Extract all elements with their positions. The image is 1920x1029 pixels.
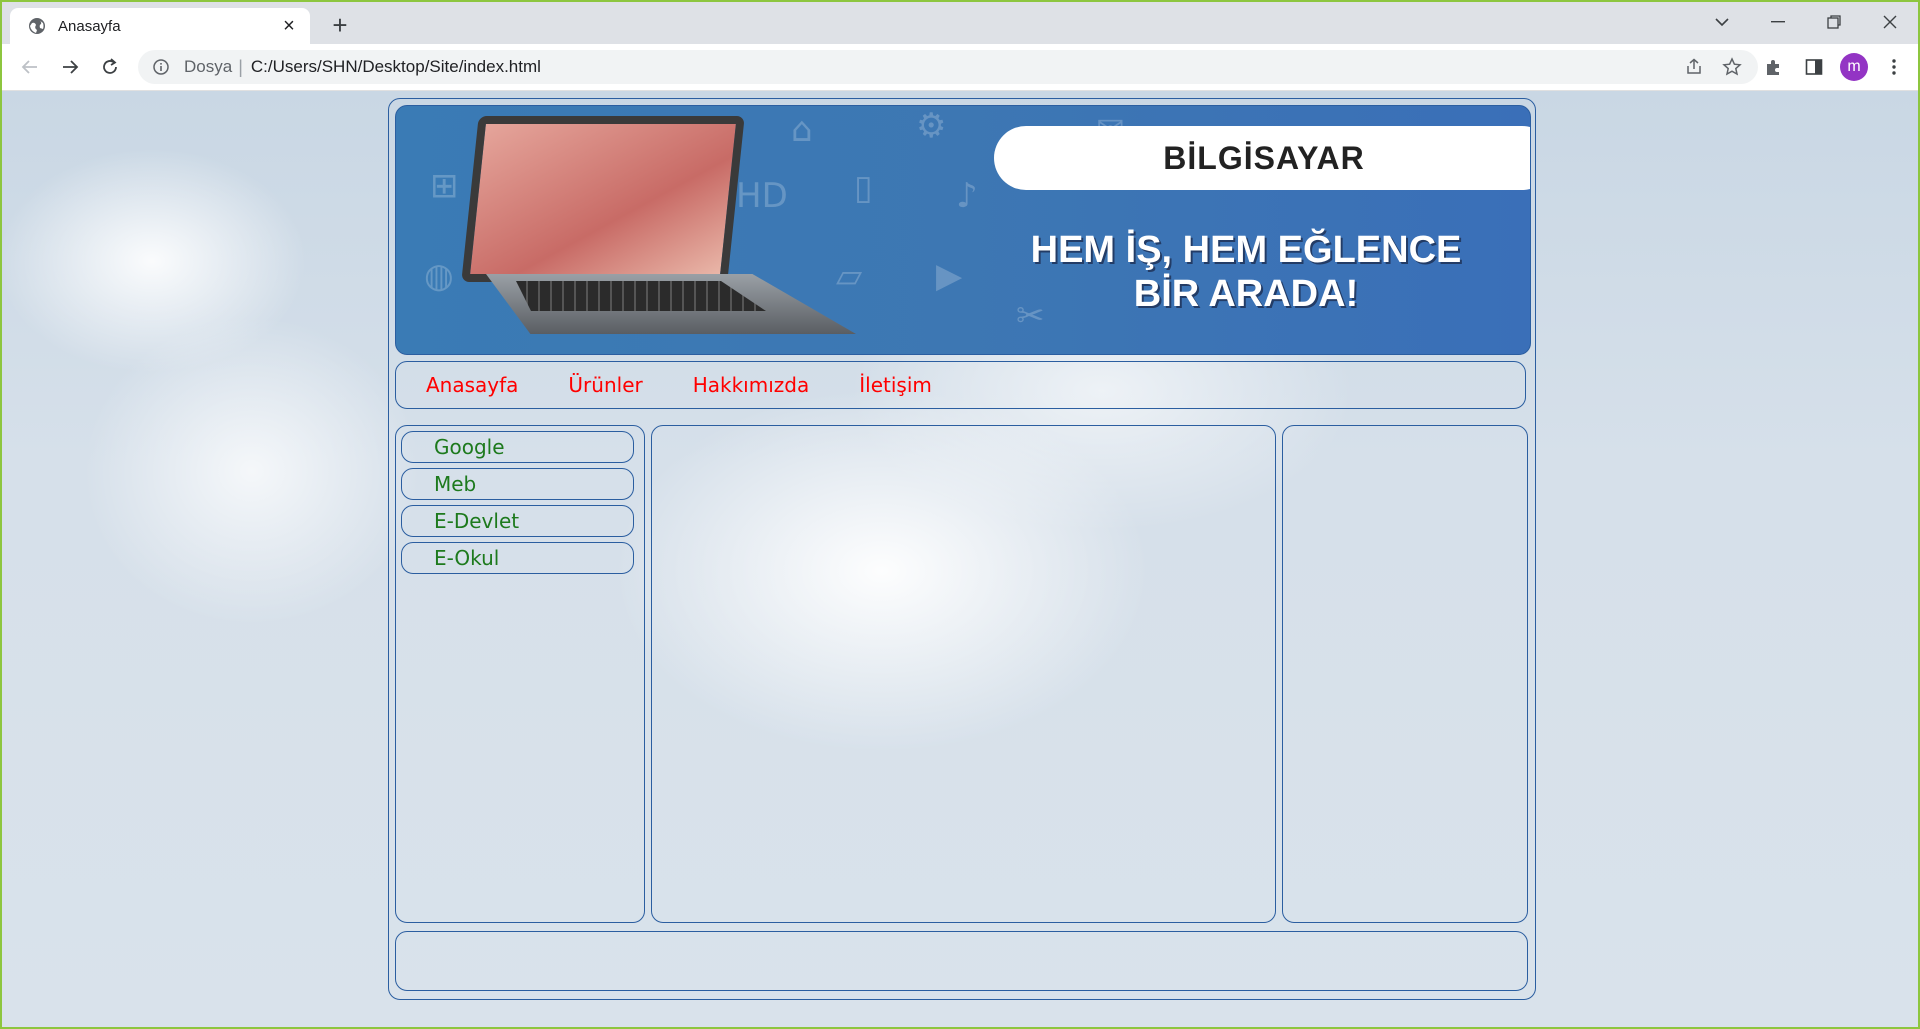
close-window-button[interactable] bbox=[1862, 2, 1918, 42]
info-icon[interactable] bbox=[152, 58, 170, 76]
brand-pill: BİLGİSAYAR bbox=[994, 126, 1530, 190]
bookmark-star-icon[interactable] bbox=[1720, 55, 1744, 79]
main-nav: Anasayfa Ürünler Hakkımızda İletişim bbox=[395, 361, 1526, 409]
url-separator: | bbox=[238, 56, 243, 77]
nav-link-hakkimizda[interactable]: Hakkımızda bbox=[693, 373, 810, 397]
forward-button[interactable] bbox=[56, 53, 84, 81]
brand-title: BİLGİSAYAR bbox=[1163, 139, 1365, 176]
nav-link-urunler[interactable]: Ürünler bbox=[568, 373, 642, 397]
tab-title: Anasayfa bbox=[58, 17, 121, 35]
reload-button[interactable] bbox=[96, 53, 124, 81]
minimize-button[interactable] bbox=[1750, 2, 1806, 42]
right-sidebar bbox=[1282, 425, 1528, 923]
globe-icon bbox=[28, 17, 46, 35]
sidebar-link-google[interactable]: Google bbox=[401, 431, 634, 463]
main-content-area bbox=[651, 425, 1276, 923]
address-bar[interactable]: Dosya | C:/Users/SHN/Desktop/Site/index.… bbox=[138, 50, 1758, 84]
header-banner: ⊞ ◍ HD ▯ ♪ ▱ ▶ ⌂ ⚙ ✉ ✂ BİLGİSAYAR bbox=[395, 105, 1531, 355]
nav-link-iletisim[interactable]: İletişim bbox=[859, 373, 932, 397]
left-sidebar: Google Meb E-Devlet E-Okul bbox=[395, 425, 645, 923]
side-panel-icon[interactable] bbox=[1802, 55, 1826, 79]
sidebar-link-eokul[interactable]: E-Okul bbox=[401, 542, 634, 574]
scheme-label: Dosya bbox=[184, 57, 233, 76]
banner-slogan: HEM İŞ, HEM EĞLENCE BİR ARADA! bbox=[1006, 228, 1486, 316]
close-tab-icon[interactable]: × bbox=[278, 15, 300, 37]
tab-strip: Anasayfa × + bbox=[2, 2, 1918, 44]
restore-button[interactable] bbox=[1806, 2, 1862, 42]
tab-search-button[interactable] bbox=[1694, 2, 1750, 42]
extensions-icon[interactable] bbox=[1762, 55, 1786, 79]
site-container: ⊞ ◍ HD ▯ ♪ ▱ ▶ ⌂ ⚙ ✉ ✂ BİLGİSAYAR bbox=[388, 98, 1536, 1000]
menu-icon[interactable] bbox=[1882, 55, 1906, 79]
back-button[interactable] bbox=[16, 53, 44, 81]
active-tab[interactable]: Anasayfa × bbox=[10, 8, 310, 44]
page-footer bbox=[395, 931, 1528, 991]
new-tab-button[interactable]: + bbox=[326, 10, 354, 40]
sidebar-link-meb[interactable]: Meb bbox=[401, 468, 634, 500]
share-icon[interactable] bbox=[1682, 55, 1706, 79]
slogan-line-1: HEM İŞ, HEM EĞLENCE bbox=[1030, 229, 1462, 271]
laptop-illustration bbox=[461, 116, 745, 282]
browser-window: Anasayfa × + Dosya | C:/Users/SHN/Deskto… bbox=[0, 0, 1920, 1029]
sidebar-link-edevlet[interactable]: E-Devlet bbox=[401, 505, 634, 537]
slogan-line-2: BİR ARADA! bbox=[1133, 273, 1359, 315]
profile-avatar[interactable]: m bbox=[1840, 53, 1868, 81]
url-text[interactable]: C:/Users/SHN/Desktop/Site/index.html bbox=[251, 57, 541, 77]
browser-toolbar: Dosya | C:/Users/SHN/Desktop/Site/index.… bbox=[2, 44, 1918, 91]
nav-link-anasayfa[interactable]: Anasayfa bbox=[426, 373, 518, 397]
page-viewport: ⊞ ◍ HD ▯ ♪ ▱ ▶ ⌂ ⚙ ✉ ✂ BİLGİSAYAR bbox=[2, 91, 1918, 1027]
